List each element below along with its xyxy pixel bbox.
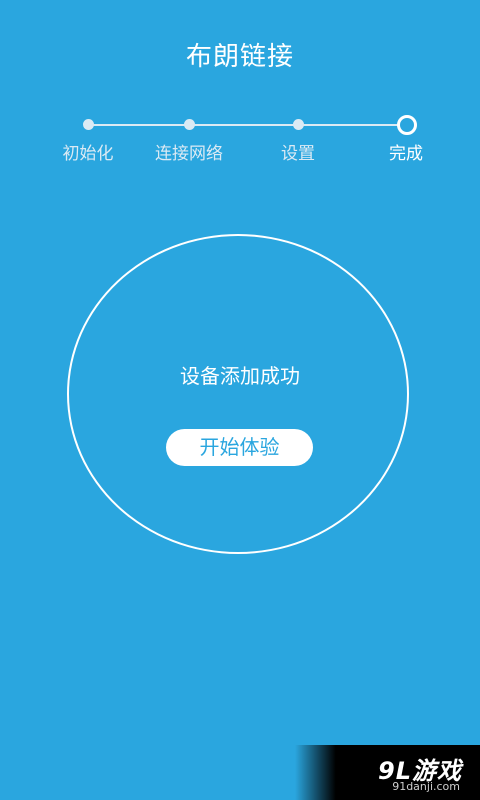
step-label-complete: 完成 (389, 144, 423, 164)
step-label-settings: 设置 (281, 144, 315, 164)
start-experience-button[interactable]: 开始体验 (166, 429, 313, 466)
step-label-connect-network: 连接网络 (155, 144, 223, 164)
step-dot-complete (397, 115, 417, 135)
progress-stepper: 初始化 连接网络 设置 完成 (0, 0, 480, 180)
step-dot-connect-network (184, 119, 195, 130)
success-message: 设备添加成功 (180, 364, 300, 388)
watermark-url: 91danji.com (392, 780, 460, 793)
step-dot-settings (293, 119, 304, 130)
step-dot-init (83, 119, 94, 130)
stepper-track (88, 124, 406, 126)
watermark-badge: 9L游戏 91danji.com (295, 745, 480, 800)
success-ring (67, 234, 409, 554)
